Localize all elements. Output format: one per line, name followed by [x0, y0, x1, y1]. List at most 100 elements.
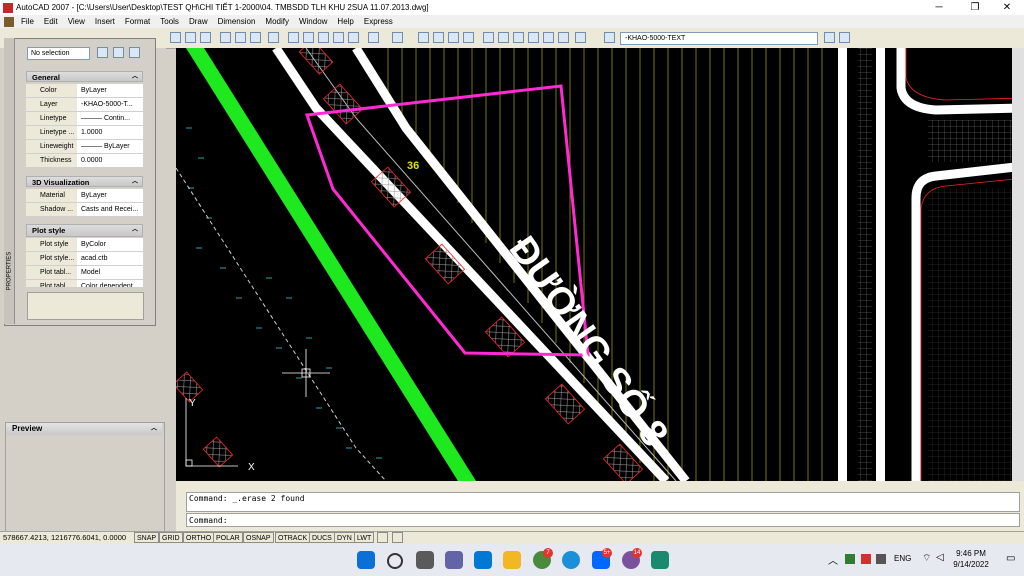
- prop-row-plot-table-attached[interactable]: Plot tabl... Model: [26, 266, 143, 280]
- prop-value[interactable]: ——— Contin...: [79, 112, 145, 125]
- wifi-icon[interactable]: ⌔: [922, 552, 931, 565]
- ortho-toggle[interactable]: ORTHO: [183, 532, 215, 543]
- collapse-icon[interactable]: ︿: [132, 72, 138, 83]
- selection-dropdown[interactable]: No selection: [27, 47, 90, 60]
- lwt-toggle[interactable]: LWT: [354, 532, 375, 543]
- zoom-previous-icon[interactable]: [463, 32, 474, 43]
- section-plot-style[interactable]: Plot style ︿: [26, 224, 143, 237]
- collapse-icon[interactable]: ︿: [132, 225, 138, 236]
- system-tray[interactable]: ︿: [828, 552, 887, 567]
- teams-icon[interactable]: [445, 551, 463, 569]
- menu-insert[interactable]: Insert: [90, 15, 120, 28]
- prop-row-plot-style[interactable]: Plot style ByColor: [26, 238, 143, 252]
- undo-icon[interactable]: [368, 32, 379, 43]
- match-properties-icon[interactable]: [333, 32, 344, 43]
- volume-icon[interactable]: ◁: [936, 552, 944, 563]
- prop-value[interactable]: ByColor: [79, 238, 145, 251]
- section-general[interactable]: General ︿: [26, 71, 143, 82]
- file-explorer-icon[interactable]: [503, 551, 521, 569]
- tool-palettes-icon[interactable]: [513, 32, 524, 43]
- dyn-toggle[interactable]: DYN: [334, 532, 355, 543]
- collapse-icon[interactable]: ︿: [132, 177, 138, 188]
- tray-brand-icon[interactable]: [876, 554, 887, 564]
- coordinate-readout[interactable]: 578667.4213, 1216776.6041, 0.0000: [3, 532, 126, 544]
- zoom-window-icon[interactable]: [448, 32, 459, 43]
- menu-dimension[interactable]: Dimension: [213, 15, 261, 28]
- restore-button[interactable]: ❐: [958, 0, 992, 15]
- prop-value[interactable]: ByLayer: [79, 189, 145, 202]
- preview-header[interactable]: Preview ︿: [6, 423, 162, 435]
- command-line-input[interactable]: Command:: [186, 513, 1020, 527]
- close-button[interactable]: ✕: [990, 0, 1024, 15]
- layer-previous-icon[interactable]: [839, 32, 850, 43]
- prop-row-layer[interactable]: Layer -KHAO-5000-T...: [26, 98, 143, 112]
- otrack-toggle[interactable]: OTRACK: [275, 532, 311, 543]
- pan-icon[interactable]: [418, 32, 429, 43]
- properties-icon[interactable]: [483, 32, 494, 43]
- prop-value[interactable]: Color dependent: [79, 280, 143, 287]
- make-layer-current-icon[interactable]: [824, 32, 835, 43]
- menu-edit[interactable]: Edit: [39, 15, 63, 28]
- prop-value[interactable]: 1.0000: [79, 126, 145, 139]
- document-icon[interactable]: [4, 16, 14, 27]
- cut-icon[interactable]: [288, 32, 299, 43]
- menu-format[interactable]: Format: [120, 15, 155, 28]
- properties-palette-titlebar[interactable]: PROPERTIES: [4, 38, 15, 324]
- sheet-set-icon[interactable]: [528, 32, 539, 43]
- start-icon[interactable]: [357, 551, 375, 569]
- designcenter-icon[interactable]: [498, 32, 509, 43]
- prop-value[interactable]: acad.ctb: [79, 252, 145, 265]
- drawing-svg[interactable]: 36 ĐƯỜNG SỐ 8 Y X: [176, 48, 1024, 481]
- layer-manager-icon[interactable]: [604, 32, 615, 43]
- prop-value[interactable]: Model: [79, 266, 145, 279]
- tray-app-icon[interactable]: [844, 554, 855, 564]
- select-objects-icon[interactable]: [113, 47, 124, 58]
- autocad-taskbar-icon[interactable]: [651, 551, 669, 569]
- save-icon[interactable]: [200, 32, 211, 43]
- grid-toggle[interactable]: GRID: [159, 532, 183, 543]
- 3d-dwf-icon[interactable]: [268, 32, 279, 43]
- quick-select-icon[interactable]: [129, 47, 140, 58]
- menu-view[interactable]: View: [63, 15, 90, 28]
- task-view-icon[interactable]: [416, 551, 434, 569]
- prop-row-thickness[interactable]: Thickness 0.0000: [26, 154, 143, 168]
- clock[interactable]: 9:46 PM 9/14/2022: [950, 548, 992, 570]
- prop-value[interactable]: Casts and Recei...: [79, 203, 145, 216]
- edge-icon[interactable]: [562, 551, 580, 569]
- redo-icon[interactable]: [392, 32, 403, 43]
- minimize-button[interactable]: ─: [922, 0, 956, 15]
- autocad-app-icon[interactable]: [3, 2, 13, 13]
- help-icon[interactable]: [575, 32, 586, 43]
- prop-row-shadow[interactable]: Shadow ... Casts and Recei...: [26, 203, 143, 217]
- prop-value[interactable]: ——— ByLayer: [79, 140, 145, 153]
- language-indicator[interactable]: ENG: [894, 554, 911, 563]
- prop-value[interactable]: ByLayer: [79, 84, 145, 97]
- section-3d-visualization[interactable]: 3D Visualization ︿: [26, 176, 143, 187]
- block-editor-icon[interactable]: [348, 32, 359, 43]
- mail-icon[interactable]: [474, 551, 492, 569]
- prop-row-plot-table-type[interactable]: Plot tabl Color dependent: [26, 280, 143, 288]
- menu-window[interactable]: Window: [294, 15, 332, 28]
- zoom-realtime-icon[interactable]: [433, 32, 444, 43]
- open-file-icon[interactable]: [185, 32, 196, 43]
- chevron-up-icon[interactable]: ︿: [828, 556, 838, 567]
- prop-row-lineweight[interactable]: Lineweight ——— ByLayer: [26, 140, 143, 154]
- toggle-pickadd-icon[interactable]: [97, 47, 108, 58]
- prop-row-linetype[interactable]: Linetype ——— Contin...: [26, 112, 143, 126]
- prop-value[interactable]: -KHAO-5000-T...: [79, 98, 145, 111]
- menu-express[interactable]: Express: [359, 15, 398, 28]
- menu-draw[interactable]: Draw: [184, 15, 213, 28]
- ducs-toggle[interactable]: DUCS: [309, 532, 335, 543]
- plot-icon[interactable]: [220, 32, 231, 43]
- prop-row-color[interactable]: Color ByLayer: [26, 84, 143, 98]
- osnap-toggle[interactable]: OSNAP: [243, 532, 274, 543]
- copy-icon[interactable]: [303, 32, 314, 43]
- drawing-canvas[interactable]: 36 ĐƯỜNG SỐ 8 Y X: [176, 48, 1024, 481]
- layer-dropdown[interactable]: -KHAO-5000-TEXT: [620, 32, 818, 45]
- menu-modify[interactable]: Modify: [260, 15, 294, 28]
- search-icon[interactable]: [387, 553, 403, 569]
- menu-help[interactable]: Help: [332, 15, 358, 28]
- tray-v-icon[interactable]: [860, 554, 871, 564]
- snap-toggle[interactable]: SNAP: [134, 532, 160, 543]
- prop-value[interactable]: 0.0000: [79, 154, 145, 167]
